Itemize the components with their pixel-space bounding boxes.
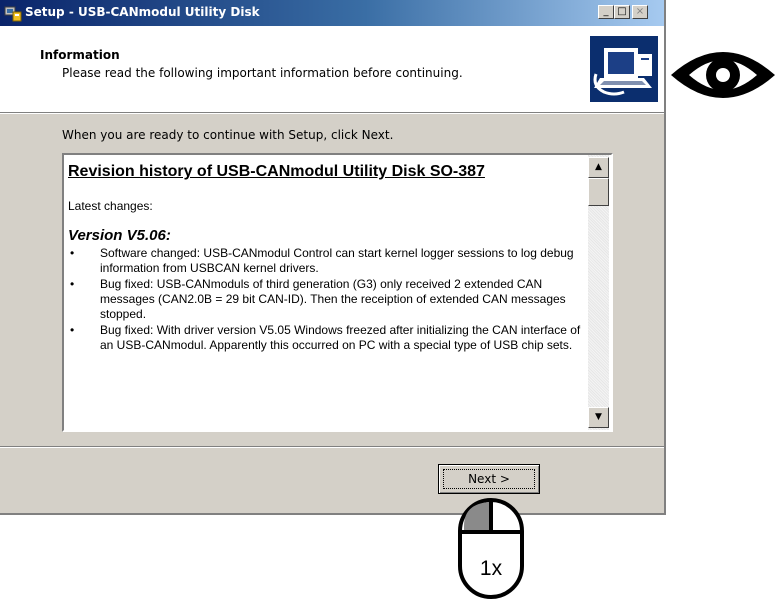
list-item: • Software changed: USB-CANmodul Control…	[68, 246, 584, 276]
maximize-button[interactable]: □	[614, 5, 630, 19]
document-title: Revision history of USB-CANmodul Utility…	[68, 163, 485, 180]
wizard-header: Information Please read the following im…	[0, 26, 664, 112]
app-icon	[4, 6, 22, 22]
info-textbox[interactable]: Revision history of USB-CANmodul Utility…	[62, 153, 613, 432]
close-button[interactable]: ×	[632, 5, 648, 19]
bullet: •	[70, 323, 75, 337]
minimize-button[interactable]: _	[598, 5, 614, 19]
scroll-thumb[interactable]	[588, 178, 609, 206]
vertical-scrollbar[interactable]: ▲ ▼	[588, 155, 609, 430]
setup-window: Setup - USB-CANmodul Utility Disk _ □ × …	[0, 0, 666, 515]
focus-rect	[443, 469, 535, 489]
mouse-icon	[458, 498, 524, 599]
info-content: Revision history of USB-CANmodul Utility…	[68, 163, 584, 354]
window-title: Setup - USB-CANmodul Utility Disk	[25, 5, 260, 19]
title-bar[interactable]: Setup - USB-CANmodul Utility Disk _ □ ×	[0, 0, 664, 26]
latest-changes-label: Latest changes:	[68, 199, 153, 213]
click-count: 1x	[479, 557, 503, 580]
version-heading: Version V5.06:	[68, 227, 171, 244]
bullet: •	[70, 246, 75, 260]
bullet: •	[70, 277, 75, 291]
page-subtitle: Please read the following important info…	[62, 66, 463, 80]
computer-logo-icon	[590, 36, 658, 102]
changes-list: • Software changed: USB-CANmodul Control…	[68, 246, 584, 353]
change-text: Software changed: USB-CANmodul Control c…	[100, 246, 574, 275]
change-text: Bug fixed: USB-CANmoduls of third genera…	[100, 277, 566, 321]
list-item: • Bug fixed: USB-CANmoduls of third gene…	[68, 277, 584, 322]
change-text: Bug fixed: With driver version V5.05 Win…	[100, 323, 581, 352]
footer-divider	[0, 446, 664, 448]
scroll-up-button[interactable]: ▲	[588, 157, 609, 178]
scroll-down-button[interactable]: ▼	[588, 407, 609, 428]
header-divider	[0, 112, 664, 114]
eye-icon	[671, 52, 775, 98]
next-button[interactable]: Next >	[438, 464, 540, 494]
page-title: Information	[40, 48, 120, 62]
list-item: • Bug fixed: With driver version V5.05 W…	[68, 323, 584, 353]
intro-text: When you are ready to continue with Setu…	[62, 128, 394, 142]
